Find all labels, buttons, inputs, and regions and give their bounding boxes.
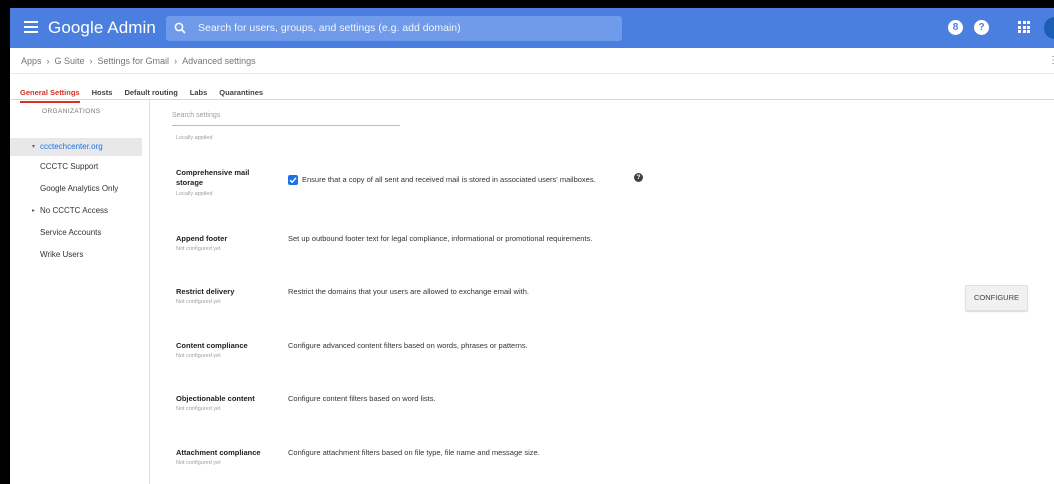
help-icon[interactable]: ? xyxy=(634,173,643,182)
breadcrumb-gsuite[interactable]: G Suite xyxy=(55,56,85,66)
org-item-label: Service Accounts xyxy=(40,228,102,237)
setting-status: Not configured yet xyxy=(176,353,221,359)
breadcrumb-apps[interactable]: Apps xyxy=(21,56,42,66)
setting-title-restrict-delivery[interactable]: Restrict delivery xyxy=(176,287,234,297)
org-item-ccctechcenter[interactable]: ▾ ccctechcenter.org xyxy=(10,138,142,156)
setting-status: Not configured yet xyxy=(176,460,221,466)
setting-description: Configure attachment filters based on fi… xyxy=(288,448,540,457)
divider xyxy=(10,99,1054,100)
org-item-wrike-users[interactable]: Wrike Users xyxy=(10,246,142,264)
global-search-placeholder: Search for users, groups, and settings (… xyxy=(198,22,461,34)
settings-tabs: General Settings Hosts Default routing Labs… xyxy=(20,82,275,103)
breadcrumb-separator: › xyxy=(46,56,50,66)
hamburger-menu-icon[interactable] xyxy=(24,21,38,33)
breadcrumb-advanced-settings: Advanced settings xyxy=(182,56,256,66)
setting-status: Locally applied xyxy=(176,135,213,141)
org-item-label: Google Analytics Only xyxy=(40,184,119,193)
help-icon[interactable]: ? xyxy=(974,20,989,35)
expand-right-icon[interactable]: ▸ xyxy=(32,202,35,220)
notifications-icon[interactable]: 8 xyxy=(948,20,963,35)
organizations-heading: ORGANIZATIONS xyxy=(42,108,101,115)
setting-title-comprehensive-mail-storage: Comprehensive mail storage xyxy=(176,168,249,188)
top-app-bar: Google Admin Search for users, groups, a… xyxy=(10,8,1054,48)
global-search-input[interactable]: Search for users, groups, and settings (… xyxy=(166,16,622,41)
search-icon xyxy=(174,22,186,34)
setting-title-append-footer[interactable]: Append footer xyxy=(176,234,227,244)
setting-status: Locally applied xyxy=(176,191,213,197)
settings-search-input[interactable]: Search settings xyxy=(172,109,400,126)
account-avatar[interactable] xyxy=(1044,17,1054,39)
setting-title-line: Comprehensive mail xyxy=(176,168,250,177)
org-item-label: CCCTC Support xyxy=(40,162,99,171)
setting-title-attachment-compliance[interactable]: Attachment compliance xyxy=(176,448,261,458)
expand-down-icon[interactable]: ▾ xyxy=(32,138,35,156)
configure-button[interactable]: CONFIGURE xyxy=(965,285,1028,311)
app-title[interactable]: Google Admin xyxy=(48,18,156,38)
breadcrumb-settings-for-gmail[interactable]: Settings for Gmail xyxy=(98,56,170,66)
setting-description: Restrict the domains that your users are… xyxy=(288,287,529,296)
setting-title-objectionable-content[interactable]: Objectionable content xyxy=(176,394,255,404)
setting-description: Set up outbound footer text for legal co… xyxy=(288,234,593,243)
breadcrumb-separator: › xyxy=(174,56,178,66)
admin-window: Google Admin Search for users, groups, a… xyxy=(10,8,1054,484)
setting-title-line: storage xyxy=(176,178,204,187)
checkmark-icon xyxy=(289,177,297,184)
apps-grid-icon[interactable] xyxy=(1018,21,1030,33)
org-item-label: Wrike Users xyxy=(40,250,84,259)
divider xyxy=(10,73,1054,74)
org-item-google-analytics-only[interactable]: Google Analytics Only xyxy=(10,180,142,198)
breadcrumb-separator: › xyxy=(89,56,93,66)
screen: Google Admin Search for users, groups, a… xyxy=(0,0,1054,484)
setting-description: Configure content filters based on word … xyxy=(288,394,436,403)
setting-description: Configure advanced content filters based… xyxy=(288,341,528,350)
org-item-label: ccctechcenter.org xyxy=(40,142,103,151)
breadcrumb: Apps › G Suite › Settings for Gmail › Advanced… xyxy=(21,56,256,66)
setting-status: Not configured yet xyxy=(176,246,221,252)
setting-description: Ensure that a copy of all sent and recei… xyxy=(302,175,596,184)
setting-status: Not configured yet xyxy=(176,299,221,305)
setting-status: Not configured yet xyxy=(176,406,221,412)
setting-title-content-compliance[interactable]: Content compliance xyxy=(176,341,248,351)
org-item-service-accounts[interactable]: Service Accounts xyxy=(10,224,142,242)
org-item-ccctc-support[interactable]: CCCTC Support xyxy=(10,158,142,176)
org-item-label: No CCCTC Access xyxy=(40,206,109,215)
org-item-no-ccctc-access[interactable]: ▸ No CCCTC Access xyxy=(10,202,142,220)
organizations-sidebar: ORGANIZATIONS ▾ ccctechcenter.org CCCTC … xyxy=(10,100,150,484)
more-options-icon[interactable]: ⋮ xyxy=(1048,55,1054,66)
comprehensive-storage-checkbox[interactable] xyxy=(288,175,298,185)
